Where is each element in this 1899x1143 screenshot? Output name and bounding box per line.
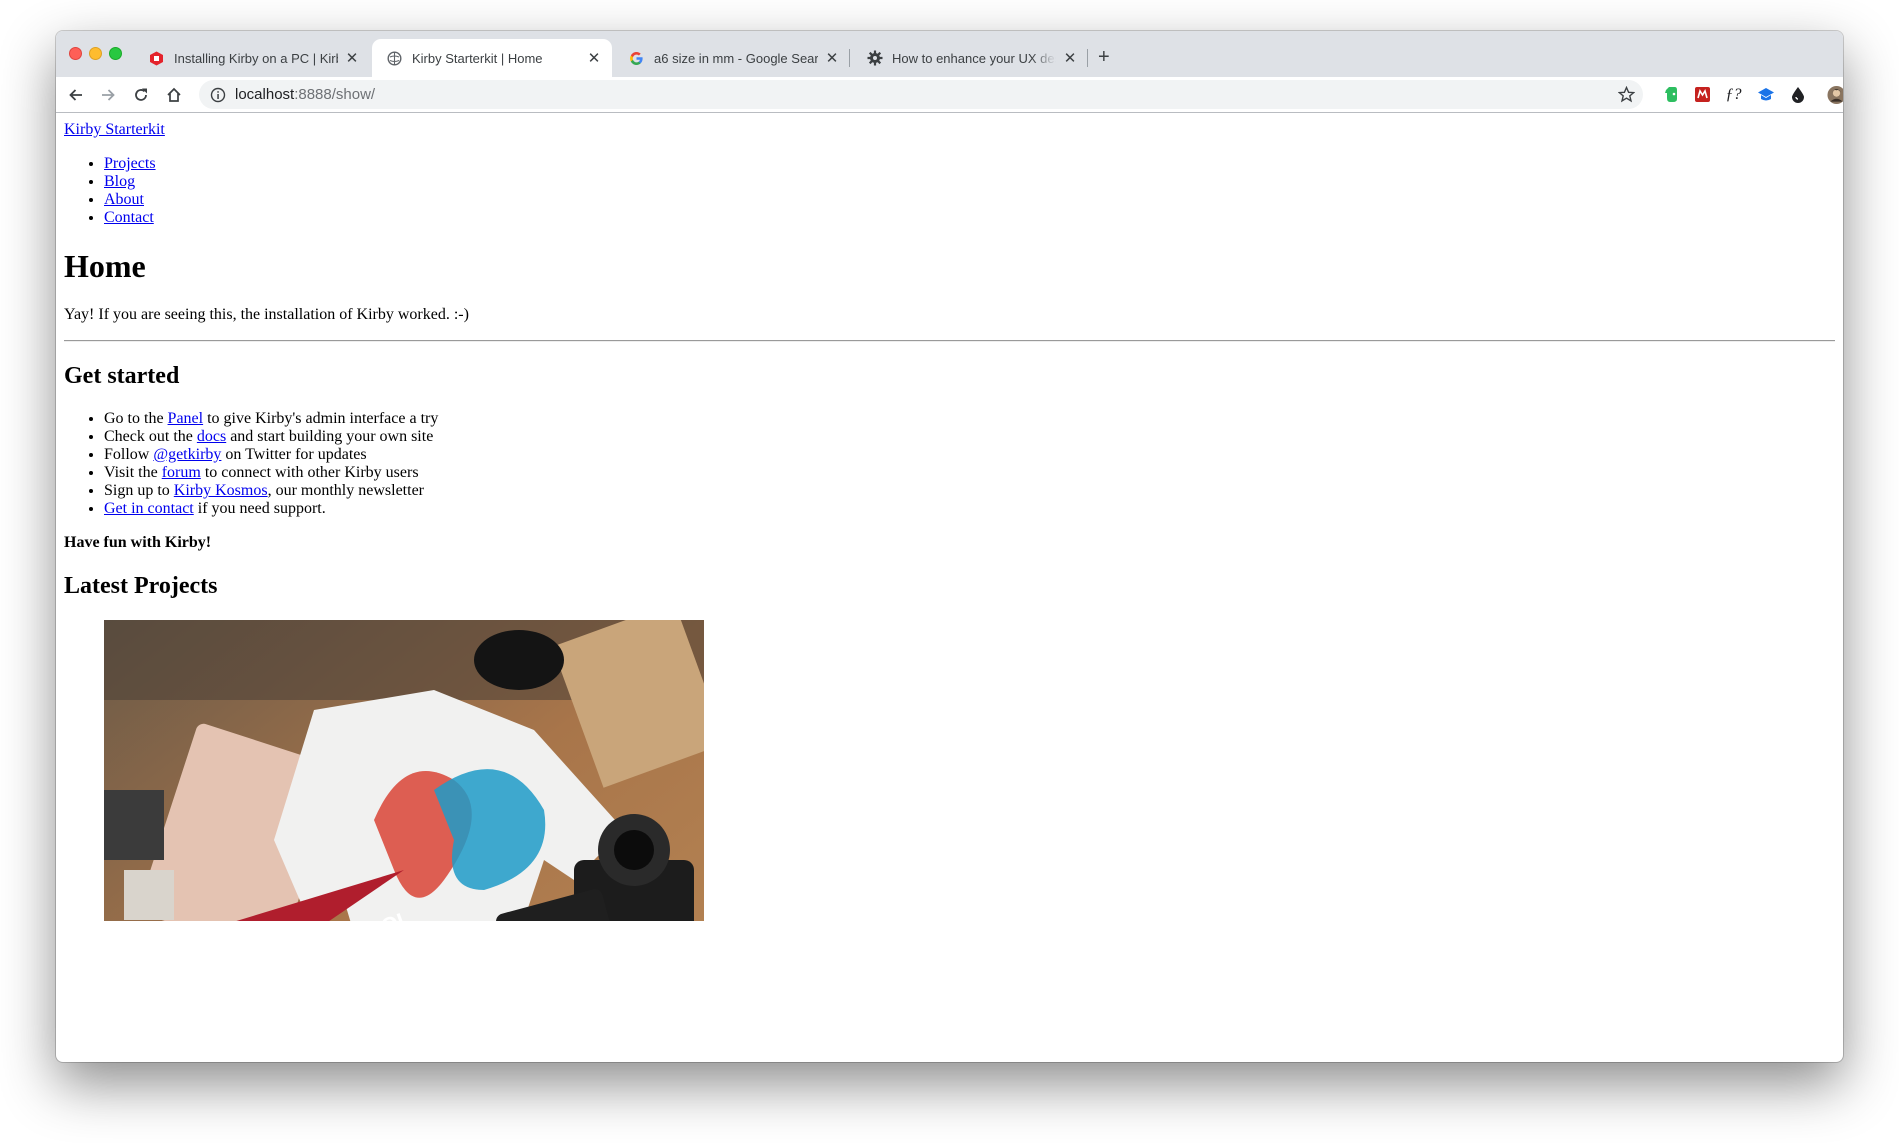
- nav-item-contact: Contact: [104, 209, 1835, 227]
- back-arrow-icon[interactable]: [64, 83, 88, 107]
- intro-text: Yay! If you are seeing this, the install…: [64, 306, 469, 323]
- list-item: Sign up to Kirby Kosmos, our monthly new…: [104, 482, 1835, 500]
- tab-kirby-starterkit[interactable]: Kirby Starterkit | Home ✕: [372, 39, 612, 77]
- gear-icon: [866, 50, 883, 67]
- browser-window: Installing Kirby on a PC | Kirby ✕ Kirby…: [56, 31, 1843, 1062]
- nav-link-contact[interactable]: Contact: [104, 209, 154, 226]
- latest-projects-heading: Latest Projects: [64, 573, 218, 599]
- globe-icon: [386, 50, 403, 67]
- list-item: Visit the forum to connect with other Ki…: [104, 464, 1835, 482]
- list-item: Follow @getkirby on Twitter for updates: [104, 446, 1835, 464]
- list-item: Get in contact if you need support.: [104, 500, 1835, 518]
- docs-link[interactable]: docs: [197, 428, 226, 445]
- forum-link[interactable]: forum: [162, 464, 201, 481]
- nav-item-about: About: [104, 191, 1835, 209]
- close-icon[interactable]: ✕: [1062, 50, 1078, 67]
- zoom-window-button[interactable]: [109, 47, 122, 60]
- site-title-link[interactable]: Kirby Starterkit: [64, 121, 165, 138]
- tab-title: a6 size in mm - Google Search: [654, 50, 818, 66]
- google-icon: [628, 50, 645, 67]
- profile-avatar-icon[interactable]: [1827, 85, 1843, 104]
- nav-link-projects[interactable]: Projects: [104, 155, 156, 172]
- home-icon[interactable]: [162, 83, 186, 107]
- browser-toolbar: localhost:8888/show/ ƒ? ⋮: [56, 77, 1843, 113]
- info-icon[interactable]: [209, 86, 227, 104]
- new-tab-button[interactable]: +: [1098, 47, 1110, 67]
- get-started-list: Go to the Panel to give Kirby's admin in…: [64, 410, 1835, 518]
- evernote-icon[interactable]: [1661, 85, 1680, 104]
- extension-red-icon[interactable]: [1693, 85, 1712, 104]
- list-item: Check out the docs and start building yo…: [104, 428, 1835, 446]
- panel-link[interactable]: Panel: [168, 410, 204, 427]
- tab-installing-kirby[interactable]: Installing Kirby on a PC | Kirby ✕: [134, 39, 370, 77]
- close-icon[interactable]: ✕: [824, 50, 840, 67]
- tab-strip: Installing Kirby on a PC | Kirby ✕ Kirby…: [56, 31, 1843, 77]
- close-icon[interactable]: ✕: [344, 50, 360, 67]
- tab-google-search[interactable]: a6 size in mm - Google Search ✕: [614, 39, 850, 77]
- url-text: localhost:8888/show/: [235, 86, 376, 103]
- graduation-cap-icon[interactable]: [1756, 85, 1775, 104]
- tab-ux-design[interactable]: How to enhance your UX desig ✕: [852, 39, 1088, 77]
- tab-separator: [1087, 49, 1088, 67]
- forward-arrow-icon[interactable]: [96, 83, 120, 107]
- tab-separator: [849, 49, 850, 67]
- twitter-link[interactable]: @getkirby: [153, 446, 221, 463]
- tab-title: Kirby Starterkit | Home: [412, 50, 543, 66]
- nav-link-blog[interactable]: Blog: [104, 173, 135, 190]
- project-item[interactable]: BACK TO SCHOOL: [104, 620, 1835, 921]
- projects-list: BACK TO SCHOOL: [64, 620, 1835, 921]
- address-bar[interactable]: localhost:8888/show/: [199, 80, 1643, 109]
- page-title: Home: [64, 248, 146, 284]
- divider: [64, 340, 1835, 342]
- get-started-heading: Get started: [64, 363, 180, 389]
- contact-link[interactable]: Get in contact: [104, 500, 194, 517]
- list-item: Go to the Panel to give Kirby's admin in…: [104, 410, 1835, 428]
- bookmark-star-icon[interactable]: [1617, 85, 1635, 103]
- tab-title: How to enhance your UX desig: [892, 50, 1056, 66]
- minimize-window-button[interactable]: [89, 47, 102, 60]
- kosmos-link[interactable]: Kirby Kosmos: [174, 482, 268, 499]
- nav-link-about[interactable]: About: [104, 191, 144, 208]
- nav-item-projects: Projects: [104, 155, 1835, 173]
- fun-text: Have fun with Kirby!: [64, 534, 212, 551]
- close-window-button[interactable]: [69, 47, 82, 60]
- kirby-icon: [148, 50, 165, 67]
- main-nav: Projects Blog About Contact: [64, 155, 1835, 227]
- project-image[interactable]: BACK TO SCHOOL: [104, 620, 704, 921]
- drop-icon[interactable]: [1788, 85, 1807, 104]
- nav-item-blog: Blog: [104, 173, 1835, 191]
- close-icon[interactable]: ✕: [586, 50, 602, 67]
- reload-icon[interactable]: [129, 83, 153, 107]
- font-identifier-icon[interactable]: ƒ?: [1724, 85, 1743, 104]
- page-content: Kirby Starterkit Projects Blog About Con…: [56, 113, 1843, 921]
- tab-title: Installing Kirby on a PC | Kirby: [174, 50, 338, 66]
